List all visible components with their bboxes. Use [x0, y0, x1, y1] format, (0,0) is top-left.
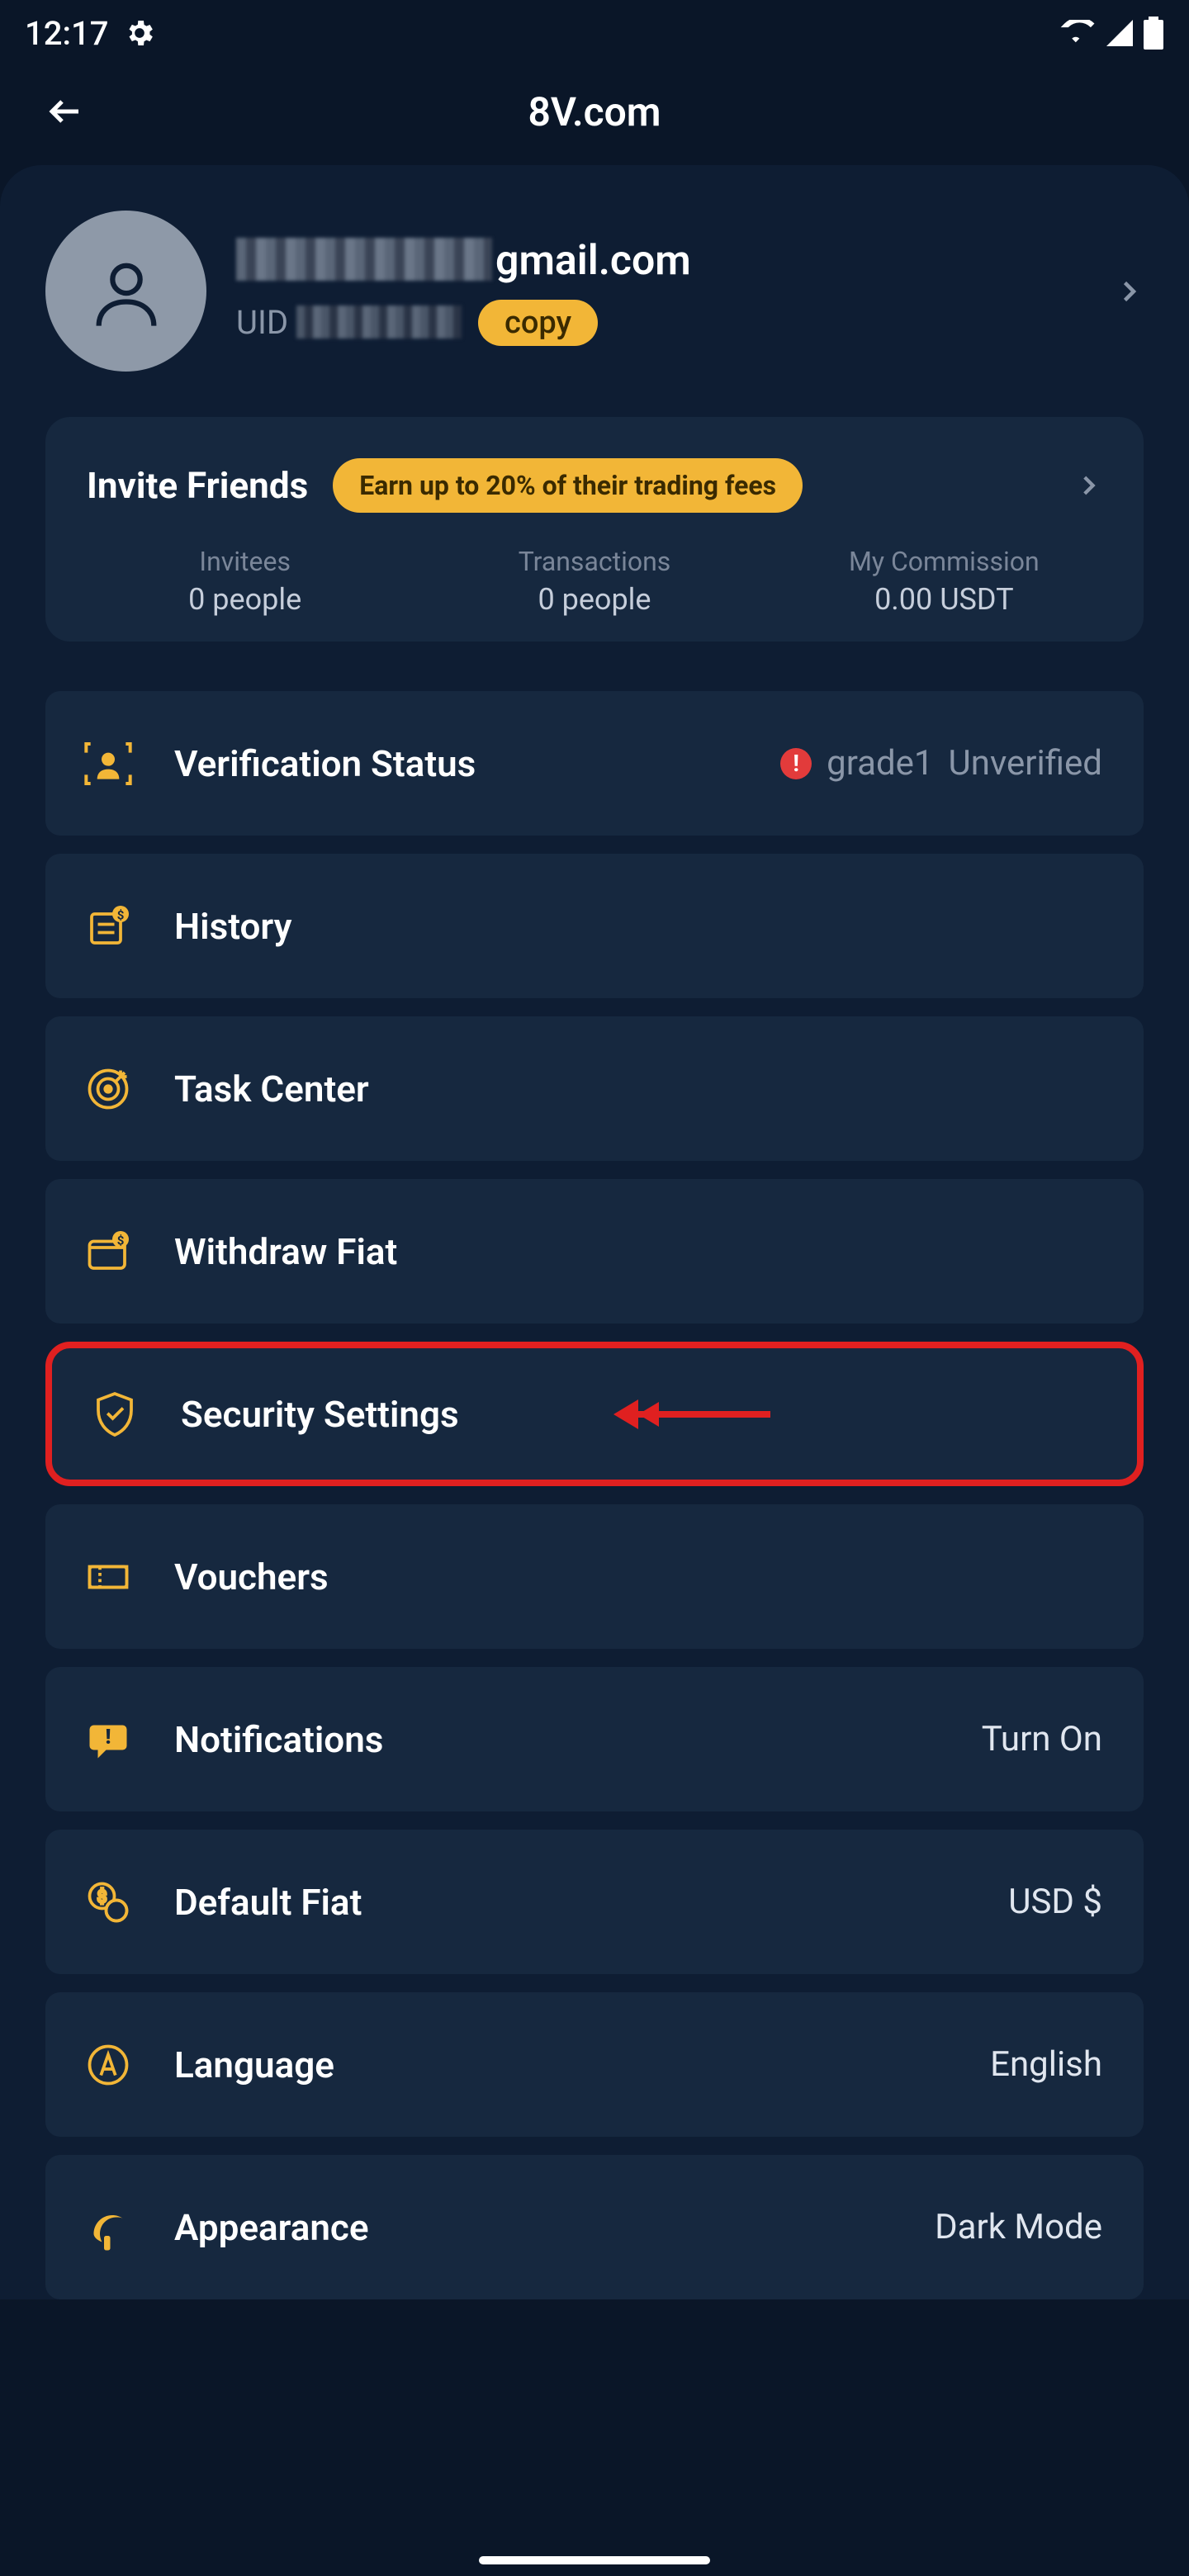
item-value: Dark Mode [935, 2207, 1102, 2247]
menu-language[interactable]: Language English [45, 1992, 1144, 2137]
signal-icon [1105, 20, 1135, 46]
svg-text:$: $ [117, 1233, 125, 1248]
avatar[interactable] [45, 211, 206, 372]
copy-button[interactable]: copy [478, 300, 598, 346]
stat-invitees: Invitees 0 people [70, 546, 419, 617]
email-obscured [236, 238, 492, 281]
item-value: English [990, 2044, 1102, 2085]
menu-security-settings[interactable]: Security Settings [45, 1342, 1144, 1486]
profile-row[interactable]: gmail.com UID copy [45, 211, 1144, 372]
page-header: 8V.com [0, 66, 1189, 157]
item-label: Vouchers [174, 1556, 1102, 1598]
notification-icon: ! [75, 1715, 141, 1764]
gear-icon [123, 17, 156, 50]
menu-notifications[interactable]: ! Notifications Turn On [45, 1667, 1144, 1811]
item-label: Verification Status [174, 742, 747, 785]
item-value: Turn On [982, 1719, 1102, 1759]
item-label: Withdraw Fiat [174, 1230, 1102, 1273]
arrow-left-icon [45, 92, 85, 131]
alert-icon: ! [780, 748, 812, 779]
annotation-arrow-icon [613, 1390, 770, 1439]
target-icon [75, 1064, 141, 1114]
history-icon: $ [75, 902, 141, 951]
voucher-icon [75, 1552, 141, 1602]
svg-text:!: ! [106, 1726, 111, 1750]
user-icon [85, 250, 168, 333]
invite-friends-card[interactable]: Invite Friends Earn up to 20% of their t… [45, 417, 1144, 642]
menu-withdraw-fiat[interactable]: $ Withdraw Fiat [45, 1179, 1144, 1324]
shield-icon [82, 1390, 148, 1439]
menu-appearance[interactable]: Appearance Dark Mode [45, 2155, 1144, 2299]
chevron-right-icon [1074, 471, 1102, 500]
page-title: 8V.com [0, 88, 1189, 135]
stat-commission: My Commission 0.00 USDT [770, 546, 1119, 617]
item-label: Task Center [174, 1068, 1102, 1110]
verification-value: ! grade1 Unverified [780, 743, 1102, 784]
item-label: Default Fiat [174, 1881, 975, 1924]
menu-vouchers[interactable]: Vouchers [45, 1504, 1144, 1649]
back-button[interactable] [45, 92, 85, 131]
menu-history[interactable]: $ History [45, 854, 1144, 998]
home-indicator[interactable] [479, 2556, 710, 2564]
status-time: 12:17 [25, 14, 108, 53]
menu-task-center[interactable]: Task Center [45, 1016, 1144, 1161]
theme-icon [75, 2203, 141, 2252]
uid-obscured [296, 305, 462, 339]
item-label: Notifications [174, 1718, 949, 1761]
menu-verification-status[interactable]: Verification Status ! grade1 Unverified [45, 691, 1144, 836]
item-label: Language [174, 2043, 957, 2086]
invite-title: Invite Friends [87, 464, 308, 507]
status-indicators [1060, 17, 1164, 50]
stat-transactions: Transactions 0 people [419, 546, 769, 617]
wifi-icon [1060, 20, 1097, 46]
wallet-icon: $ [75, 1227, 141, 1276]
invite-badge: Earn up to 20% of their trading fees [333, 458, 803, 513]
battery-icon [1143, 17, 1164, 50]
item-value: USD $ [1008, 1882, 1102, 1922]
item-label: History [174, 905, 1102, 948]
item-label: Appearance [174, 2206, 902, 2249]
currency-icon: $ [75, 1878, 141, 1927]
menu-default-fiat[interactable]: $ Default Fiat USD $ [45, 1830, 1144, 1974]
status-bar: 12:17 [0, 0, 1189, 66]
language-icon [75, 2040, 141, 2090]
chevron-right-icon [1114, 277, 1144, 306]
id-scan-icon [75, 737, 141, 790]
svg-text:$: $ [97, 1887, 107, 1906]
user-email: gmail.com [236, 237, 1084, 285]
uid-label: UID [236, 303, 462, 342]
svg-text:$: $ [117, 907, 125, 922]
